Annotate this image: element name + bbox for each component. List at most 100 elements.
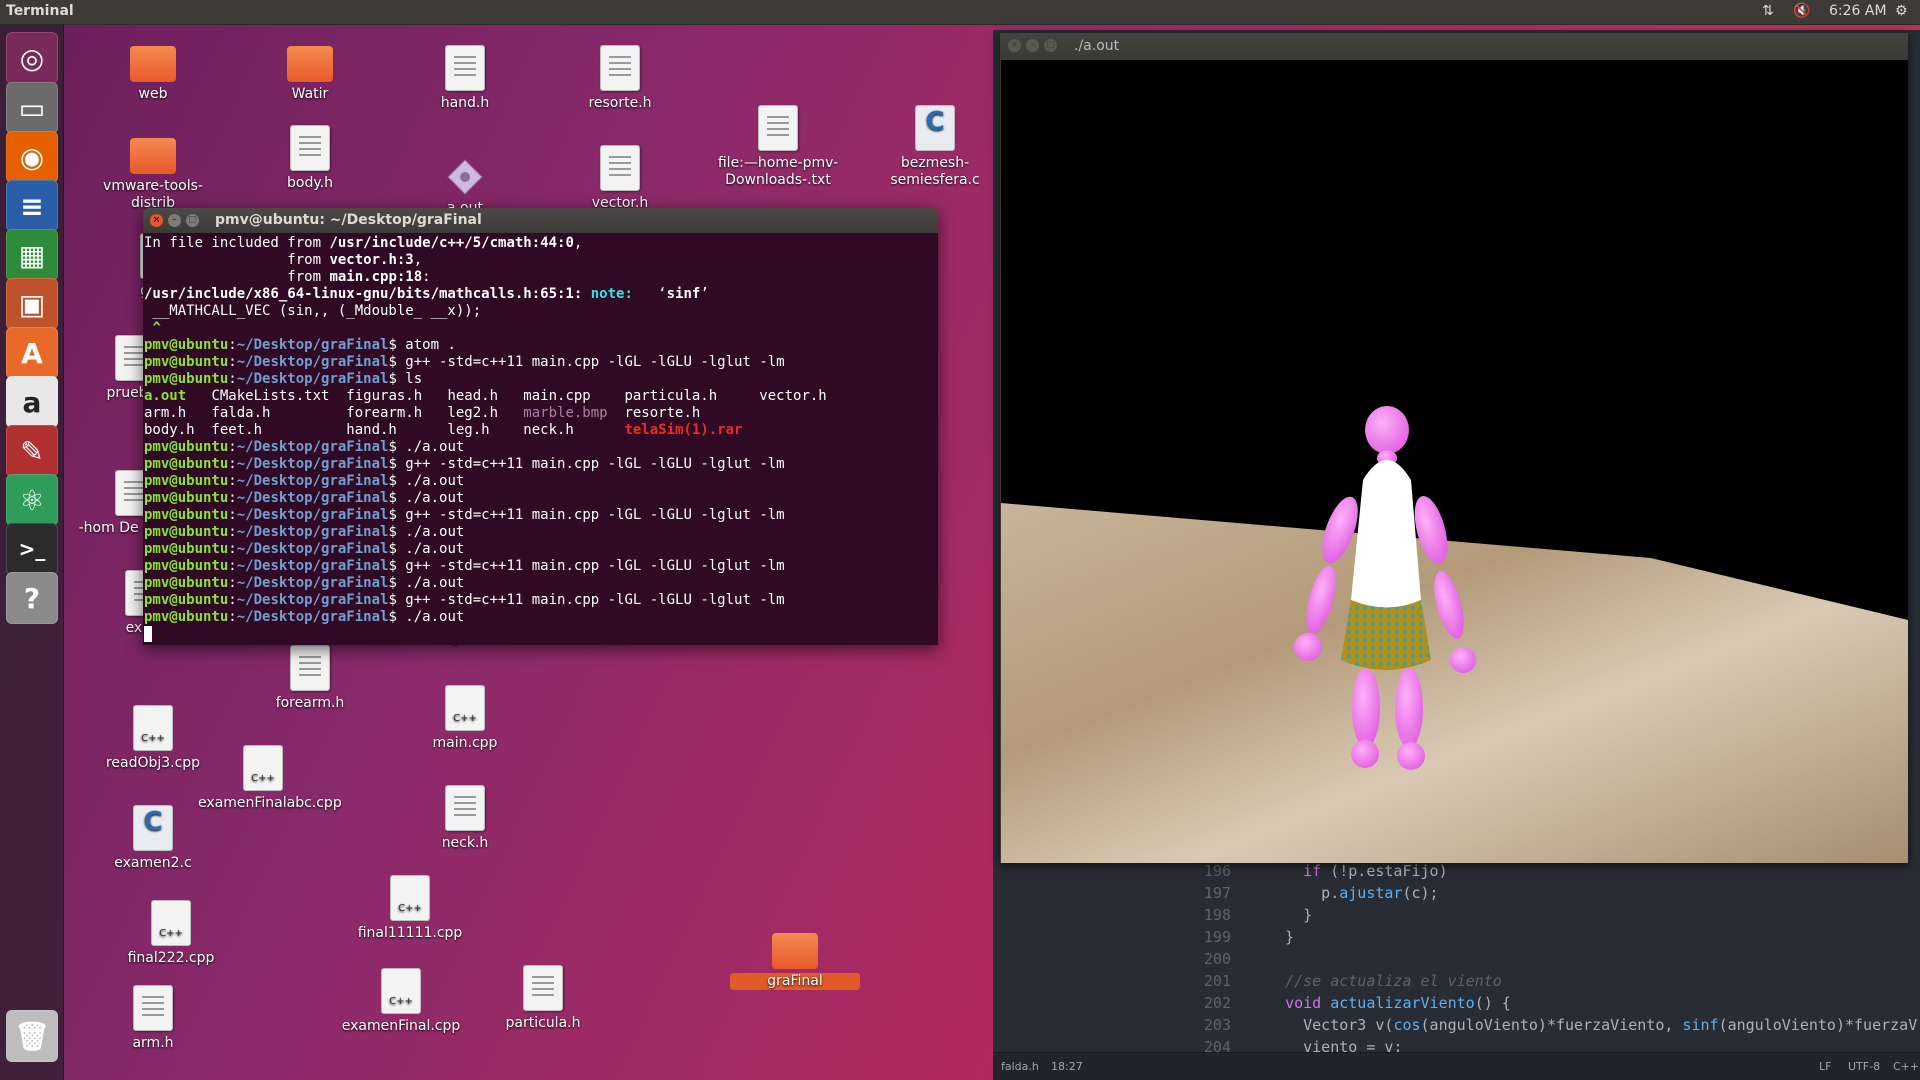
- desktop-icon-label: final11111.cpp: [357, 925, 463, 941]
- line-number: 201: [1203, 972, 1231, 990]
- desktop-icon-label: file:—home-pmv-Downloads-.txt: [717, 155, 839, 188]
- terminal-titlebar[interactable]: × – □ pmv@ubuntu: ~/Desktop/graFinal: [143, 208, 938, 233]
- maximize-icon[interactable]: □: [186, 214, 199, 227]
- opengl-scene[interactable]: [1001, 60, 1908, 863]
- volume-muted-icon[interactable]: 🔇: [1793, 3, 1810, 19]
- close-icon[interactable]: ×: [150, 214, 163, 227]
- desktop-icon-label: bezmesh-semiesfera.c: [890, 155, 980, 188]
- line-number: 196: [1203, 862, 1231, 880]
- close-icon[interactable]: ×: [1008, 39, 1021, 52]
- launcher-files-icon[interactable]: ▭: [6, 82, 58, 134]
- file-icon: [446, 158, 484, 196]
- desktop-icon[interactable]: Cexamen2.c: [88, 805, 218, 872]
- launcher-firefox-icon[interactable]: ◉: [6, 131, 58, 183]
- file-icon: [445, 785, 485, 831]
- minimize-icon[interactable]: –: [168, 214, 181, 227]
- line-number: 203: [1203, 1016, 1231, 1034]
- desktop-icon[interactable]: forearm.h: [245, 645, 375, 712]
- line-number: 197: [1203, 884, 1231, 902]
- desktop-icon[interactable]: web: [88, 38, 218, 103]
- status-cursor-pos[interactable]: 18:27: [1051, 1060, 1083, 1073]
- status-file[interactable]: falda.h: [1001, 1060, 1039, 1073]
- code-view[interactable]: 196 if (!p.estaFijo) 197 p.ajustar(c); 198…: [1195, 860, 1920, 1056]
- desktop-icon[interactable]: body.h: [245, 125, 375, 192]
- desktop-icon[interactable]: resorte.h: [555, 45, 685, 112]
- desktop-icon-label: neck.h: [441, 835, 489, 851]
- desktop-icon-label: vmware-tools-distrib: [103, 178, 203, 211]
- desktop-icon-label: graFinal: [730, 973, 860, 990]
- launcher-software-icon[interactable]: A: [6, 327, 58, 379]
- file-icon: [523, 965, 563, 1011]
- desktop-icon-label: examen2.c: [114, 855, 192, 871]
- terminal-title: pmv@ubuntu: ~/Desktop/graFinal: [215, 212, 482, 228]
- launcher-ubuntu-dash-icon[interactable]: ◎: [6, 32, 58, 84]
- status-grammar[interactable]: C++: [1893, 1060, 1919, 1073]
- code-line[interactable]: void actualizarViento() {: [1267, 992, 1511, 1014]
- file-icon: C++: [381, 968, 421, 1014]
- desktop-icon[interactable]: C++ main.cpp: [400, 685, 530, 752]
- desktop-icon[interactable]: particula.h: [478, 965, 608, 1032]
- desktop-icon-label: main.cpp: [432, 735, 498, 751]
- launcher-calc-icon[interactable]: ▦: [6, 229, 58, 281]
- status-encoding[interactable]: UTF-8: [1848, 1060, 1880, 1073]
- desktop-icon[interactable]: file:—home-pmv-Downloads-.txt: [713, 105, 843, 189]
- file-icon: [290, 125, 330, 171]
- desktop-icon[interactable]: C++ final222.cpp: [106, 900, 236, 967]
- file-icon: C++: [390, 875, 430, 921]
- gear-icon[interactable]: ⚙: [1895, 3, 1908, 19]
- line-number: 199: [1203, 928, 1231, 946]
- file-icon: C: [133, 805, 173, 851]
- desktop-icon[interactable]: vmware-tools-distrib: [88, 130, 218, 212]
- opengl-titlebar[interactable]: × – □ ./a.out: [1000, 33, 1908, 60]
- file-icon: C++: [243, 745, 283, 791]
- network-icon[interactable]: ⇅: [1762, 3, 1774, 19]
- launcher-atom-icon[interactable]: ⚛: [6, 474, 58, 526]
- status-eol[interactable]: LF: [1819, 1060, 1831, 1073]
- desktop-icon[interactable]: Cbezmesh-semiesfera.c: [870, 105, 1000, 189]
- terminal-window[interactable]: × – □ pmv@ubuntu: ~/Desktop/graFinal In …: [143, 208, 938, 645]
- code-line[interactable]: //se actualiza el viento: [1267, 970, 1502, 992]
- launcher-writer-icon[interactable]: ≡: [6, 180, 58, 232]
- code-line[interactable]: Vector3 v(cos(anguloViento)*fuerzaViento…: [1267, 1014, 1917, 1036]
- desktop-icon[interactable]: Watir: [245, 38, 375, 103]
- desktop-icon[interactable]: vector.h: [555, 145, 685, 212]
- file-icon: [600, 45, 640, 91]
- desktop-icon[interactable]: graFinal: [730, 925, 860, 990]
- launcher-trash-icon[interactable]: 🗑: [6, 1010, 58, 1062]
- desktop-icon[interactable]: C++ final11111.cpp: [345, 875, 475, 942]
- terminal-output[interactable]: In file included from /usr/include/c++/5…: [143, 233, 938, 645]
- opengl-title: ./a.out: [1074, 38, 1120, 54]
- desktop-icon-label: final222.cpp: [127, 950, 215, 966]
- desktop-icon-label: web: [138, 86, 168, 102]
- minimize-icon[interactable]: –: [1026, 39, 1039, 52]
- desktop-icon[interactable]: arm.h: [88, 985, 218, 1052]
- desktop-icon-label: Watir: [291, 86, 329, 102]
- code-line[interactable]: }: [1267, 904, 1312, 926]
- top-panel: Terminal ⇅ 🔇 6:26 AM ⚙: [0, 0, 1920, 25]
- launcher-help-icon[interactable]: ?: [6, 572, 58, 624]
- desktop-icon[interactable]: a.out: [400, 150, 530, 217]
- launcher-settings-icon[interactable]: ✎: [6, 425, 58, 477]
- folder-icon: [130, 46, 176, 82]
- maximize-icon[interactable]: □: [1044, 39, 1057, 52]
- clock[interactable]: 6:26 AM: [1829, 3, 1887, 19]
- file-icon: C++: [445, 685, 485, 731]
- folder-icon: [772, 933, 818, 969]
- file-icon: [758, 105, 798, 151]
- file-icon: C++: [151, 900, 191, 946]
- code-line[interactable]: p.ajustar(c);: [1267, 882, 1438, 904]
- launcher-terminal-icon[interactable]: >_: [6, 523, 58, 575]
- desktop-icon[interactable]: neck.h: [400, 785, 530, 852]
- desktop-icon[interactable]: C++ examenFinalabc.cpp: [198, 745, 342, 812]
- launcher-impress-icon[interactable]: ▣: [6, 278, 58, 330]
- desktop-icon-label: forearm.h: [275, 695, 345, 711]
- opengl-window[interactable]: × – □ ./a.out: [1000, 33, 1908, 863]
- desktop-icon[interactable]: hand.h: [400, 45, 530, 112]
- file-icon: [133, 985, 173, 1031]
- code-line[interactable]: if (!p.estaFijo): [1267, 860, 1448, 882]
- desktop-icon-label: body.h: [287, 175, 333, 191]
- launcher-amazon-icon[interactable]: a: [6, 376, 58, 428]
- desktop-icon-label: resorte.h: [588, 95, 652, 111]
- desktop-icon[interactable]: C++ examenFinal.cpp: [336, 968, 466, 1035]
- code-line[interactable]: }: [1267, 926, 1294, 948]
